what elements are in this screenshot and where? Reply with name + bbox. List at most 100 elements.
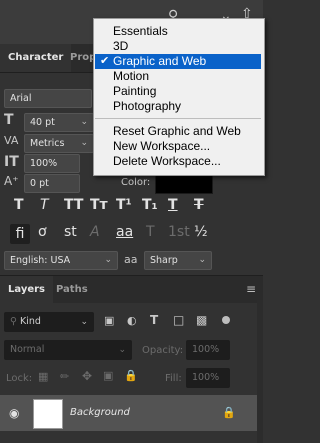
opacity-field[interactable]: 100% [186,340,230,360]
font-size-icon: T [4,112,14,128]
font-family-field[interactable]: Arial [4,89,92,108]
language-value: English: USA [10,255,71,266]
lock-position-icon[interactable]: ✥ [82,369,92,383]
type-style-buttons: T T TT Tт T¹ T₁ T T [8,197,258,217]
menu-item-painting[interactable]: Painting [95,84,261,99]
chevron-down-icon: ⌄ [80,117,88,127]
color-swatch[interactable] [155,174,213,194]
discretionary-ligatures-button[interactable]: st [64,224,77,240]
lock-all-icon[interactable]: 🔒 [124,369,138,382]
kerning-icon: VA [4,134,19,147]
baseline-shift-icon: A⁺ [4,174,19,188]
chevron-down-icon: ⌄ [118,345,126,355]
antialias-label: aa [124,253,138,266]
layer-row-background[interactable]: ◉ Background 🔒 [0,395,263,431]
adjustment-filter-icon[interactable]: ◐ [127,314,137,327]
lock-artboard-icon[interactable]: ▣ [103,369,113,382]
menu-item-photography[interactable]: Photography [95,99,261,114]
faux-italic-button[interactable]: T [40,197,49,213]
workspace-menu: Essentials 3D ✔ Graphic and Web Motion Pa… [93,18,265,176]
font-size-value: 40 pt [30,117,55,128]
ligatures-button[interactable]: fi [10,224,30,244]
vertical-scale-value: 100% [30,158,58,169]
stylistic-alternates-button[interactable]: aa [116,224,133,240]
shape-filter-icon[interactable]: □ [173,313,184,327]
menu-item-delete-workspace[interactable]: Delete Workspace... [95,154,261,169]
opentype-buttons: fi ơ st A aa T 1st ½ [8,224,258,246]
menu-item-label: Photography [113,99,182,113]
fill-label: Fill: [165,373,182,384]
menu-item-label: 3D [113,39,129,53]
font-size-field[interactable]: 40 pt ⌄ [24,113,94,132]
checkmark-icon: ✔ [100,55,110,67]
chevron-down-icon: ⌄ [198,255,206,265]
faux-bold-button[interactable]: T [14,197,24,213]
vertical-scale-icon: IT [4,154,19,170]
menu-item-label: Motion [113,69,150,83]
chevron-down-icon: ⌄ [80,138,88,148]
fill-field[interactable]: 100% [186,368,230,388]
menu-item-new-workspace[interactable]: New Workspace... [95,139,261,154]
kerning-value: Metrics [30,138,65,149]
layers-panel-tabs: Layers Paths ≡ [0,275,263,303]
baseline-shift-field[interactable]: 0 pt [24,174,80,193]
strikethrough-button[interactable]: T [194,197,204,213]
antialias-value: Sharp [150,255,178,266]
antialias-select[interactable]: Sharp ⌄ [144,251,212,270]
menu-item-motion[interactable]: Motion [95,69,261,84]
fractions-button[interactable]: ½ [194,224,208,240]
all-caps-button[interactable]: TT [64,197,83,213]
menu-item-essentials[interactable]: Essentials [95,24,261,39]
visibility-eye-icon[interactable]: ◉ [9,406,19,420]
blend-mode-select[interactable]: Normal ⌄ [4,340,132,360]
type-filter-icon[interactable]: T [150,313,158,327]
color-label: Color: [121,177,151,188]
tab-paths[interactable]: Paths [48,276,96,303]
menu-item-3d[interactable]: 3D [95,39,261,54]
menu-item-label: Essentials [113,24,168,38]
lock-image-icon[interactable]: ✏ [60,370,69,383]
old-style-button[interactable]: ơ [38,224,47,240]
menu-item-label: New Workspace... [113,139,211,153]
pixel-filter-icon[interactable]: ▣ [104,314,114,327]
layer-filter-select[interactable]: ⚲ Kind ⌄ [4,312,94,332]
panel-menu-icon[interactable]: ≡ [246,282,256,296]
lock-transparent-icon[interactable]: ▦ [38,370,48,383]
smart-object-filter-icon[interactable]: ▩ [196,313,207,327]
vertical-scale-field[interactable]: 100% [24,154,80,173]
chevron-down-icon: ⌄ [104,255,112,265]
tab-character[interactable]: Character [0,44,72,72]
filter-toggle[interactable] [222,316,230,324]
menu-item-graphic-and-web[interactable]: ✔ Graphic and Web [95,54,261,69]
menu-item-label: Painting [113,84,157,98]
lock-icon: 🔒 [222,406,236,419]
layer-thumbnail [33,399,63,429]
filter-kind-value: Kind [20,316,41,327]
menu-item-label: Reset Graphic and Web [113,124,241,138]
titling-alternates-button[interactable]: T [146,224,155,240]
opacity-value: 100% [192,344,220,355]
small-caps-button[interactable]: Tт [90,197,108,213]
menu-separator [95,118,261,119]
tab-layers[interactable]: Layers [0,276,53,303]
language-select[interactable]: English: USA ⌄ [4,251,118,270]
menu-item-reset-workspace[interactable]: Reset Graphic and Web [95,124,261,139]
superscript-button[interactable]: T¹ [116,197,132,213]
subscript-button[interactable]: T₁ [142,197,158,213]
lock-label: Lock: [6,373,33,384]
layer-name: Background [70,407,130,418]
opacity-label: Opacity: [142,345,184,356]
swash-button[interactable]: A [90,224,100,240]
blend-mode-value: Normal [10,344,45,355]
font-family-value: Arial [10,93,32,104]
baseline-shift-value: 0 pt [30,178,49,189]
search-icon: ⚲ [10,316,17,327]
menu-item-label: Delete Workspace... [113,154,221,168]
menu-item-label: Graphic and Web [113,54,207,68]
ordinals-button[interactable]: 1st [168,224,190,240]
underline-button[interactable]: T [168,197,178,213]
scrollbar[interactable] [257,300,263,443]
chevron-down-icon: ⌄ [80,317,88,327]
kerning-field[interactable]: Metrics ⌄ [24,134,94,153]
fill-value: 100% [192,372,220,383]
